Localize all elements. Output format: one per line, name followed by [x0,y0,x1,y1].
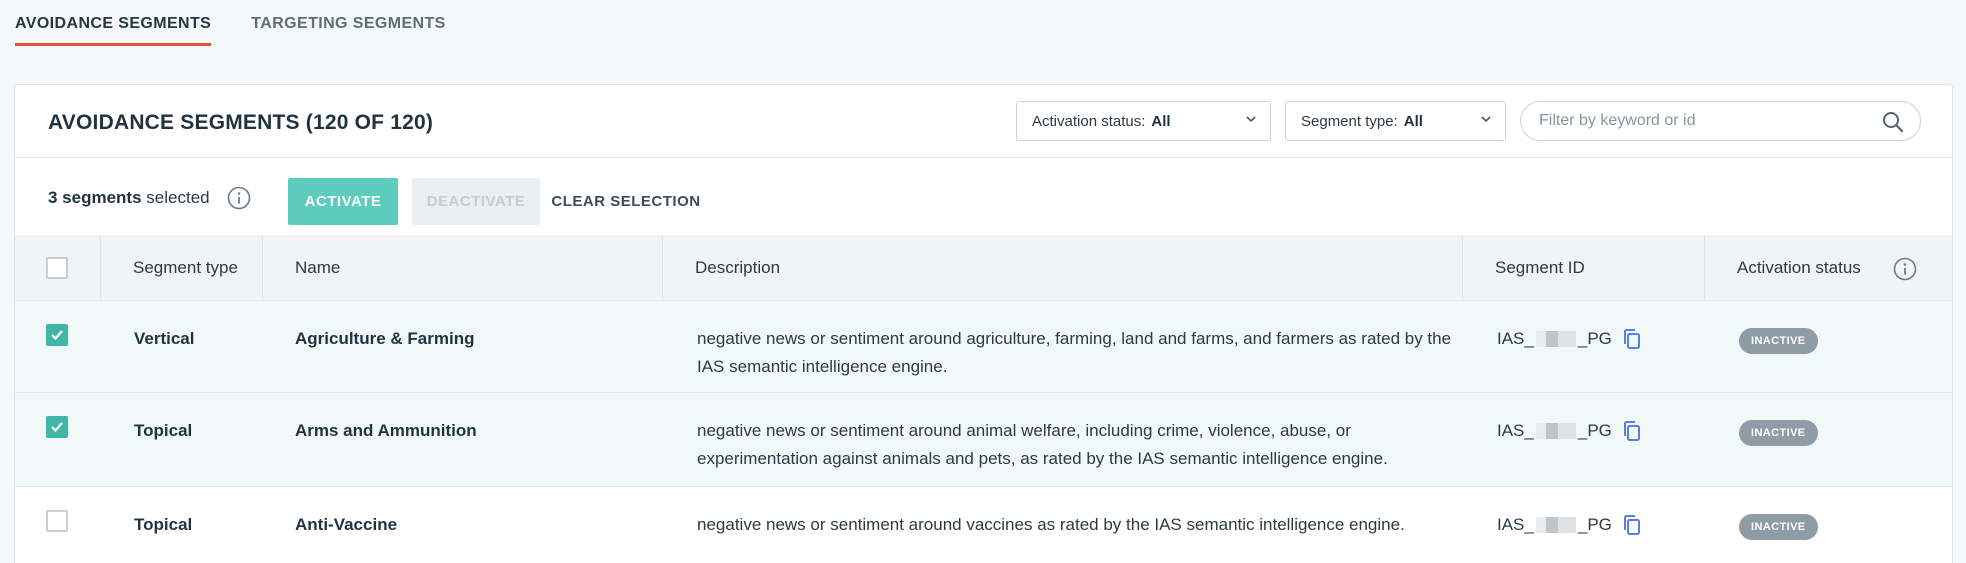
copy-icon[interactable] [1622,514,1642,536]
selection-bar: 3 segments selected ACTIVATE DEACTIVATE … [15,158,1952,235]
header-activation-status-label: Activation status [1737,258,1861,277]
segment-name: Arms and Ammunition [295,421,477,440]
copy-icon[interactable] [1622,420,1642,442]
check-icon [51,330,63,341]
activation-status-label: Activation status: [1032,112,1146,130]
segment-name: Anti-Vaccine [295,515,398,534]
clear-selection-button[interactable]: CLEAR SELECTION [551,178,701,225]
segment-type-filter[interactable]: Segment type: All [1285,101,1506,141]
status-badge: INACTIVE [1739,420,1818,446]
header-segment-type[interactable]: Segment type [100,235,262,301]
redacted-id [1535,423,1576,439]
header-activation-status: Activation status [1704,235,1952,301]
segment-id-prefix: IAS_ [1497,515,1534,534]
deactivate-button: DEACTIVATE [412,178,540,225]
table-row[interactable]: Topical Arms and Ammunition negative new… [15,393,1952,487]
selection-count: 3 segments selected [48,188,210,208]
select-all-checkbox[interactable] [46,257,68,279]
header-name[interactable]: Name [262,235,662,301]
header-select-cell [15,235,100,301]
segment-type-value: All [1403,112,1423,130]
segment-id: IAS_ _PG [1497,417,1642,445]
chevron-down-icon [1481,116,1491,123]
info-icon[interactable] [1893,257,1917,281]
check-icon [51,422,63,433]
copy-icon[interactable] [1622,328,1642,350]
status-badge: INACTIVE [1739,514,1818,540]
info-icon[interactable] [227,186,251,210]
activate-button[interactable]: ACTIVATE [288,178,398,225]
table-header: Segment type Name Description Segment ID… [15,235,1952,301]
search-input[interactable] [1539,112,1859,130]
selected-count: 3 segments [48,188,142,207]
row-checkbox[interactable] [46,324,68,346]
segment-description: negative news or sentiment around vaccin… [697,515,1405,534]
segment-type: Topical [134,421,193,440]
header-segment-id: Segment ID [1462,235,1704,301]
segment-id-suffix: _PG [1577,329,1612,348]
segment-id: IAS_ _PG [1497,511,1642,539]
segment-id-suffix: _PG [1577,421,1612,440]
chevron-down-icon [1246,116,1256,123]
panel-header: AVOIDANCE SEGMENTS (120 OF 120) Activati… [15,85,1952,158]
activation-status-filter[interactable]: Activation status: All [1016,101,1271,141]
table-row[interactable]: Topical Anti-Vaccine negative news or se… [15,487,1952,563]
activation-status-value: All [1151,112,1171,130]
selected-suffix: selected [146,188,210,207]
segment-id-prefix: IAS_ [1497,421,1534,440]
segment-type: Topical [134,515,193,534]
segment-id: IAS_ _PG [1497,325,1642,353]
segment-name: Agriculture & Farming [295,329,475,348]
status-badge: INACTIVE [1739,328,1818,354]
row-checkbox[interactable] [46,510,68,532]
row-checkbox[interactable] [46,416,68,438]
segment-type-label: Segment type: [1301,112,1398,130]
segment-type: Vertical [134,329,195,348]
segment-description: negative news or sentiment around animal… [697,421,1388,468]
segment-tabs: AVOIDANCE SEGMENTS TARGETING SEGMENTS [15,0,486,46]
redacted-id [1535,331,1576,347]
segment-description: negative news or sentiment around agricu… [697,329,1452,376]
segments-panel: AVOIDANCE SEGMENTS (120 OF 120) Activati… [14,84,1953,563]
redacted-id [1535,517,1576,533]
table-row[interactable]: Vertical Agriculture & Farming negative … [15,301,1952,393]
segment-id-prefix: IAS_ [1497,329,1534,348]
search-icon[interactable] [1882,111,1904,133]
page-title: AVOIDANCE SEGMENTS (120 OF 120) [48,111,434,134]
segment-id-suffix: _PG [1577,515,1612,534]
search-box [1520,101,1921,141]
header-description: Description [662,235,1462,301]
tab-avoidance-segments[interactable]: AVOIDANCE SEGMENTS [15,0,212,46]
tab-targeting-segments[interactable]: TARGETING SEGMENTS [251,0,445,46]
